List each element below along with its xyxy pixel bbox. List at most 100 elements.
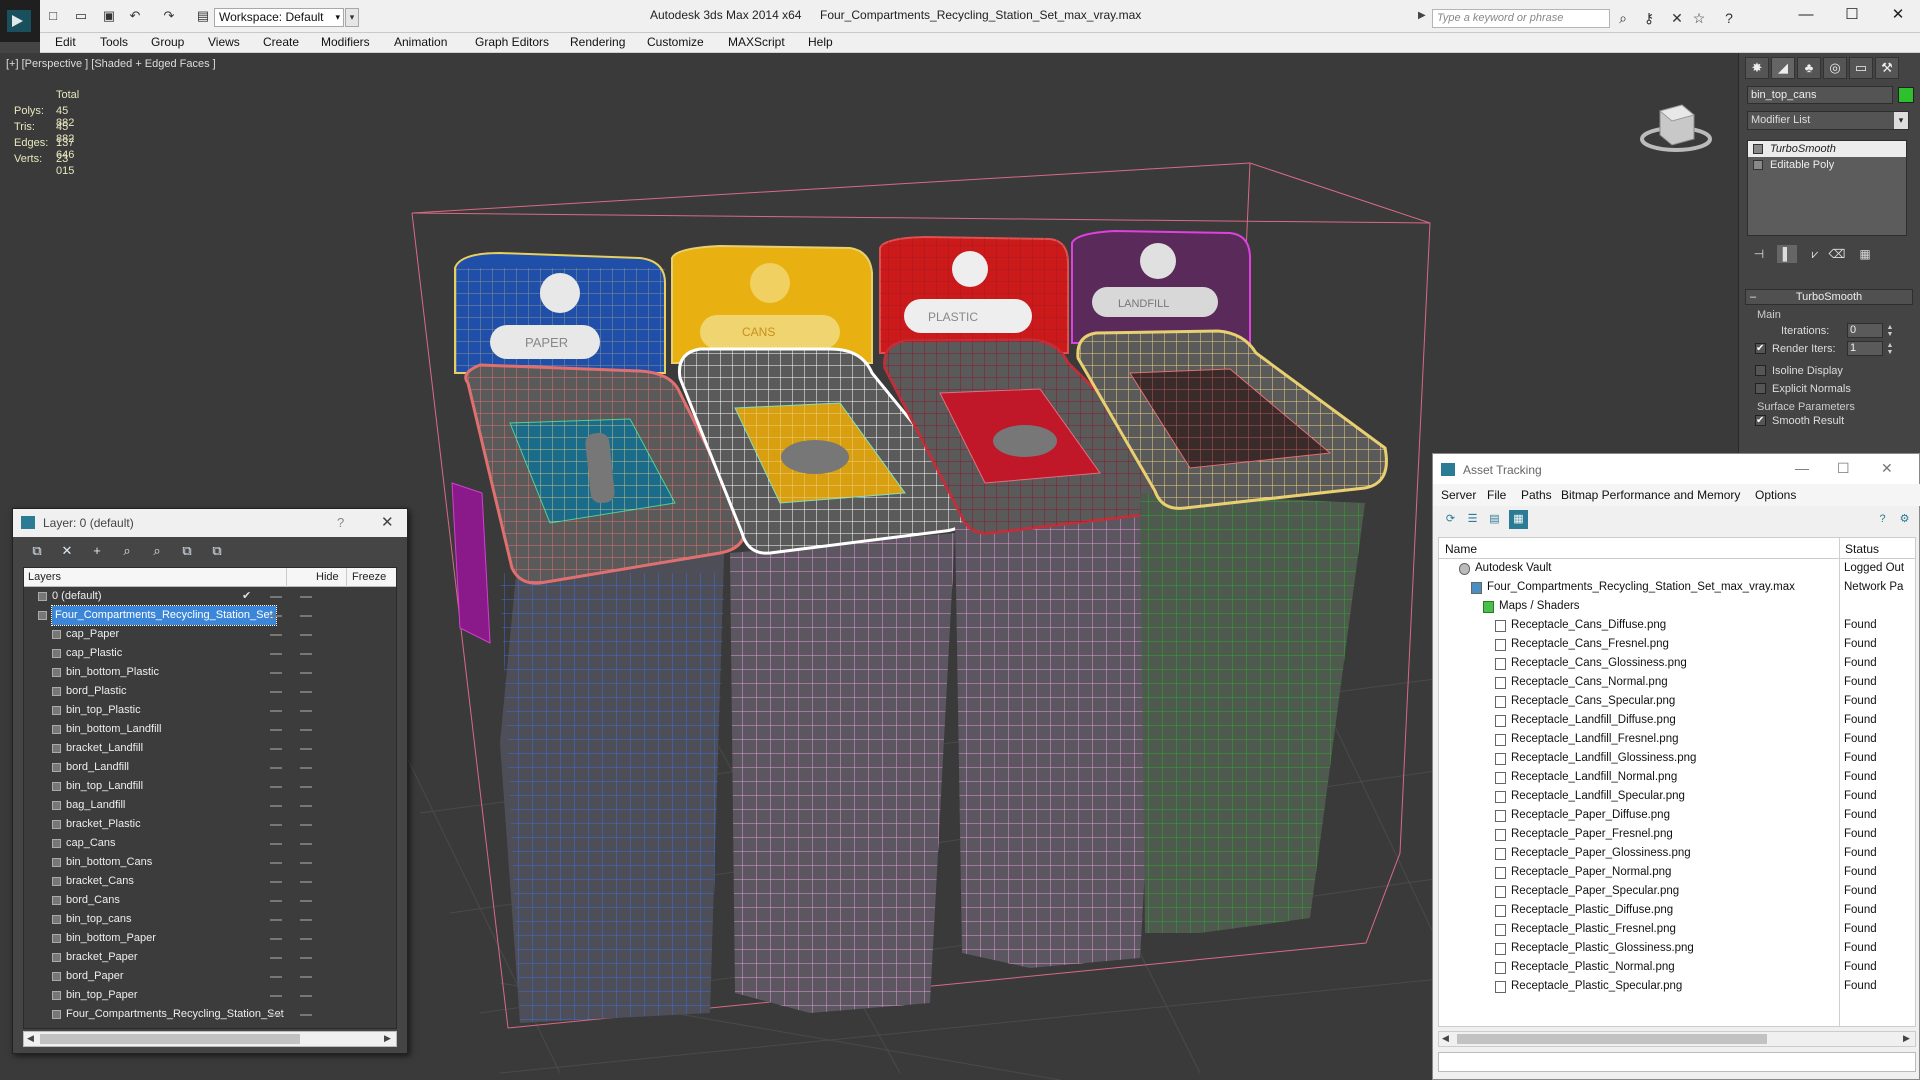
pin-stack-icon[interactable]: ⊣	[1749, 245, 1769, 263]
viewcube-icon[interactable]	[1638, 93, 1714, 159]
layer-name[interactable]: bin_bottom_Cans	[66, 853, 152, 872]
col-freeze[interactable]: Freeze	[352, 571, 386, 583]
layer-row[interactable]: cap_Paper	[24, 625, 396, 644]
hide-toggle[interactable]	[270, 862, 282, 864]
hide-toggle[interactable]	[270, 957, 282, 959]
stack-item-editable-poly[interactable]: Editable Poly	[1748, 157, 1906, 173]
asset-row[interactable]: Receptacle_Landfill_Fresnel.png Found	[1439, 730, 1915, 749]
col-name[interactable]: Name	[1445, 542, 1477, 556]
close-button[interactable]: ✕	[381, 513, 394, 531]
undo-icon[interactable]: ↶	[126, 8, 144, 24]
scroll-left-icon[interactable]: ◀	[1442, 1033, 1449, 1044]
layer-row[interactable]: Four_Compartments_Recycling_Station_Set	[24, 605, 396, 626]
help-button[interactable]: ?	[337, 515, 344, 530]
asset-row[interactable]: Receptacle_Paper_Fresnel.png Found	[1439, 825, 1915, 844]
layer-row[interactable]: bracket_Landfill	[24, 739, 396, 758]
layer-name[interactable]: bin_bottom_Landfill	[66, 720, 161, 739]
layer-name[interactable]: bracket_Landfill	[66, 739, 143, 758]
layer-tree[interactable]: Layers Hide Freeze 0 (default) ✔ Four_Comp…	[23, 567, 397, 1029]
layer-row[interactable]: bin_bottom_Paper	[24, 929, 396, 948]
layer-row[interactable]: bracket_Paper	[24, 948, 396, 967]
menu-options[interactable]: Options	[1755, 488, 1796, 502]
freeze-toggle[interactable]	[300, 748, 312, 750]
layer-name[interactable]: bord_Paper	[66, 967, 124, 986]
freeze-toggle[interactable]	[300, 767, 312, 769]
path-field[interactable]	[1438, 1052, 1916, 1072]
asset-table[interactable]: Name Status Autodesk Vault Logged Out Four…	[1438, 537, 1916, 1027]
hide-toggle[interactable]	[270, 786, 282, 788]
freeze-toggle[interactable]	[300, 824, 312, 826]
layer-row[interactable]: bord_Plastic	[24, 682, 396, 701]
hide-toggle[interactable]	[270, 615, 282, 617]
layer-row[interactable]: cap_Plastic	[24, 644, 396, 663]
search-input[interactable]: Type a keyword or phrase	[1432, 9, 1610, 28]
smooth-result-checkbox[interactable]	[1755, 413, 1766, 429]
freeze-toggle[interactable]	[300, 919, 312, 921]
smooth-result-row[interactable]: Smooth Result	[1755, 413, 1844, 429]
layer-name[interactable]: Four_Compartments_Recycling_Station_Set	[51, 605, 277, 626]
layer-row[interactable]: bracket_Plastic	[24, 815, 396, 834]
hide-toggle[interactable]	[270, 843, 282, 845]
horizontal-scrollbar[interactable]: ◀ ▶	[1438, 1031, 1916, 1047]
current-layer-check-icon[interactable]: ✔	[242, 587, 251, 606]
help-icon[interactable]: ?	[1720, 10, 1738, 26]
hide-toggle[interactable]	[270, 995, 282, 997]
select-layer-icon[interactable]: ⌕	[147, 542, 167, 560]
freeze-toggle[interactable]	[300, 881, 312, 883]
menu-server[interactable]: Server	[1441, 488, 1476, 502]
layer-name[interactable]: bag_Landfill	[66, 796, 125, 815]
asset-row[interactable]: Receptacle_Plastic_Glossiness.png Found	[1439, 939, 1915, 958]
layer-row[interactable]: bin_bottom_Plastic	[24, 663, 396, 682]
layer-row[interactable]: bag_Landfill	[24, 796, 396, 815]
scroll-thumb[interactable]	[40, 1034, 300, 1044]
create-tab-icon[interactable]: ✸	[1745, 57, 1769, 79]
isoline-row[interactable]: Isoline Display	[1755, 363, 1843, 379]
layer-name[interactable]: bord_Landfill	[66, 758, 129, 777]
explicit-normals-checkbox[interactable]	[1755, 383, 1766, 394]
freeze-toggle[interactable]	[300, 729, 312, 731]
binoculars-icon[interactable]: ⌕	[1614, 10, 1632, 26]
object-name-field[interactable]: bin_top_cans	[1747, 86, 1893, 104]
asset-row[interactable]: Receptacle_Paper_Normal.png Found	[1439, 863, 1915, 882]
menu-graph-editors[interactable]: Graph Editors	[475, 35, 549, 49]
layer-name[interactable]: bin_top_Landfill	[66, 777, 143, 796]
menu-maxscript[interactable]: MAXScript	[728, 35, 785, 49]
freeze-toggle[interactable]	[300, 653, 312, 655]
freeze-toggle[interactable]	[300, 900, 312, 902]
isoline-checkbox[interactable]	[1755, 365, 1766, 376]
col-layers[interactable]: Layers	[28, 571, 61, 583]
asset-row[interactable]: Receptacle_Paper_Specular.png Found	[1439, 882, 1915, 901]
menu-create[interactable]: Create	[263, 35, 299, 49]
asset-row[interactable]: Receptacle_Cans_Specular.png Found	[1439, 692, 1915, 711]
render-iters-row[interactable]: Render Iters:	[1755, 341, 1836, 357]
asset-row[interactable]: Receptacle_Cans_Normal.png Found	[1439, 673, 1915, 692]
hide-toggle[interactable]	[270, 748, 282, 750]
hide-toggle[interactable]	[270, 938, 282, 940]
freeze-toggle[interactable]	[300, 805, 312, 807]
help-icon[interactable]: ?	[1873, 510, 1892, 529]
hide-toggle[interactable]	[270, 976, 282, 978]
freeze-toggle[interactable]	[300, 976, 312, 978]
asset-row[interactable]: Receptacle_Plastic_Specular.png Found	[1439, 977, 1915, 996]
menu-animation[interactable]: Animation	[394, 35, 447, 49]
layer-row[interactable]: bord_Landfill	[24, 758, 396, 777]
render-iters-spinner[interactable]: 1	[1847, 341, 1883, 356]
layer-name[interactable]: bin_bottom_Plastic	[66, 663, 159, 682]
redo-icon[interactable]: ↷	[160, 8, 178, 24]
stack-item-turbosmooth[interactable]: TurboSmooth	[1748, 141, 1906, 157]
hide-toggle[interactable]	[270, 729, 282, 731]
expand-plus-icon[interactable]	[1753, 160, 1763, 170]
freeze-toggle[interactable]	[300, 862, 312, 864]
refresh-icon[interactable]: ⟳	[1441, 510, 1460, 529]
close-button[interactable]: ✕	[1878, 4, 1918, 26]
asset-row[interactable]: Receptacle_Plastic_Diffuse.png Found	[1439, 901, 1915, 920]
modifier-stack[interactable]: TurboSmooth Editable Poly	[1747, 140, 1907, 236]
hide-toggle[interactable]	[270, 710, 282, 712]
hide-toggle[interactable]	[270, 653, 282, 655]
layer-name[interactable]: bord_Plastic	[66, 682, 127, 701]
viewport-label[interactable]: [+] [Perspective ] [Shaded + Edged Faces…	[6, 58, 216, 70]
list-view-icon[interactable]: ☰	[1463, 510, 1482, 529]
hide-toggle[interactable]	[270, 672, 282, 674]
rollout-header[interactable]: – TurboSmooth	[1745, 289, 1913, 305]
menu-views[interactable]: Views	[208, 35, 240, 49]
